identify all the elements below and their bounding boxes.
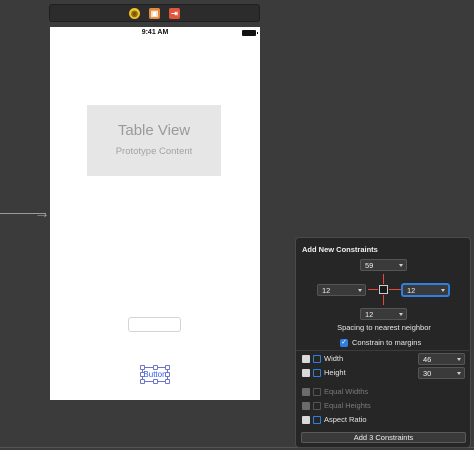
- bottom-strut[interactable]: [383, 295, 384, 305]
- chevron-down-icon[interactable]: [399, 264, 403, 267]
- bottom-spacing-value: 12: [365, 310, 374, 319]
- left-spacing-field[interactable]: 12: [317, 284, 366, 296]
- left-strut[interactable]: [368, 289, 378, 290]
- status-bar: 9:41 AM: [50, 27, 260, 40]
- table-view-title: Table View: [117, 122, 191, 139]
- battery-icon: [242, 30, 258, 36]
- equal-heights-label: Equal Heights: [324, 401, 371, 410]
- right-spacing-value: 12: [407, 286, 416, 295]
- aspect-ratio-checkbox[interactable]: [302, 415, 310, 424]
- segue-arrow-icon[interactable]: →: [34, 206, 50, 222]
- height-checkbox[interactable]: [302, 368, 310, 377]
- resize-handle-tl[interactable]: [140, 365, 145, 370]
- chevron-down-icon[interactable]: [441, 289, 445, 292]
- top-strut[interactable]: [383, 274, 384, 284]
- resize-handle-br[interactable]: [165, 379, 170, 384]
- equal-widths-checkbox[interactable]: [302, 387, 310, 396]
- chevron-down-icon[interactable]: [457, 372, 461, 375]
- equal-widths-label: Equal Widths: [324, 387, 369, 396]
- height-row[interactable]: Height: [302, 367, 346, 378]
- resize-handle-tr[interactable]: [165, 365, 170, 370]
- constrain-to-margins-row[interactable]: ✓ Constrain to margins: [340, 338, 421, 347]
- aspect-ratio-label: Aspect Ratio: [324, 415, 367, 424]
- view-controller-scene[interactable]: 9:41 AM Table View Prototype Content But…: [50, 27, 260, 400]
- equal-heights-checkbox[interactable]: [302, 401, 310, 410]
- constrain-to-margins-checkbox[interactable]: ✓: [340, 338, 348, 347]
- height-value: 30: [423, 369, 432, 378]
- spacing-label: Spacing to nearest neighbor: [337, 323, 431, 332]
- text-field[interactable]: [128, 317, 181, 332]
- equal-widths-row: Equal Widths: [302, 386, 368, 397]
- height-label: Height: [324, 368, 346, 377]
- status-time: 9:41 AM: [141, 29, 169, 36]
- first-responder-icon[interactable]: ▣: [149, 7, 160, 19]
- add-constraints-popover: Add New Constraints 59 12 12 12 Spacing …: [295, 237, 472, 448]
- table-view-subtitle: Prototype Content: [115, 146, 193, 157]
- resize-handle-l[interactable]: [140, 372, 145, 377]
- width-row[interactable]: Width: [302, 353, 343, 364]
- resize-handle-r[interactable]: [165, 372, 170, 377]
- table-view[interactable]: Table View Prototype Content: [87, 105, 221, 176]
- equal-heights-icon: [313, 401, 321, 410]
- scene-dock: ◉ ▣ ⇥: [49, 4, 260, 22]
- right-spacing-field[interactable]: 12: [402, 284, 449, 296]
- add-constraints-button[interactable]: Add 3 Constraints: [301, 432, 466, 443]
- chevron-down-icon[interactable]: [358, 289, 362, 292]
- width-constraint-icon: [313, 354, 321, 363]
- chevron-down-icon[interactable]: [399, 313, 403, 316]
- resize-handle-t[interactable]: [153, 365, 158, 370]
- aspect-ratio-icon: [313, 415, 321, 424]
- selected-button[interactable]: Button: [140, 365, 170, 384]
- equal-widths-icon: [313, 387, 321, 396]
- left-spacing-value: 12: [322, 286, 331, 295]
- equal-heights-row: Equal Heights: [302, 400, 371, 411]
- button-label: Button: [143, 370, 167, 379]
- view-controller-icon[interactable]: ◉: [129, 7, 140, 19]
- right-strut[interactable]: [389, 289, 401, 290]
- chevron-down-icon[interactable]: [457, 358, 461, 361]
- width-label: Width: [324, 354, 344, 363]
- popover-title: Add New Constraints: [302, 245, 378, 254]
- width-value: 46: [423, 355, 432, 364]
- top-spacing-field[interactable]: 59: [360, 259, 407, 271]
- resize-handle-b[interactable]: [153, 379, 158, 384]
- resize-handle-bl[interactable]: [140, 379, 145, 384]
- height-constraint-icon: [313, 368, 321, 377]
- height-value-field[interactable]: 30: [418, 367, 465, 379]
- width-checkbox[interactable]: [302, 354, 310, 363]
- exit-icon[interactable]: ⇥: [169, 7, 180, 19]
- popover-divider: [296, 350, 472, 351]
- width-value-field[interactable]: 46: [418, 353, 465, 365]
- pin-view-icon: [379, 285, 388, 294]
- constrain-to-margins-label: Constrain to margins: [352, 338, 422, 347]
- bottom-spacing-field[interactable]: 12: [360, 308, 407, 320]
- top-spacing-value: 59: [365, 261, 374, 270]
- aspect-ratio-row[interactable]: Aspect Ratio: [302, 414, 367, 425]
